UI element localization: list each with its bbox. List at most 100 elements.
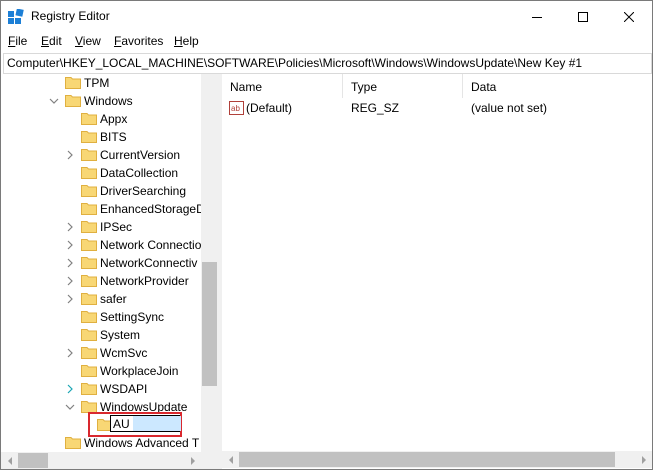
- tree-item-label: WSDAPI: [100, 382, 148, 396]
- minimize-icon: [532, 16, 542, 18]
- folder-icon: [81, 239, 97, 251]
- tree-item-label: Network Connectio: [100, 238, 202, 252]
- tree-horizontal-scrollbar[interactable]: [1, 452, 201, 469]
- list-scroll-thumb[interactable]: [239, 452, 615, 467]
- tree-item-label: DriverSearching: [100, 184, 187, 198]
- tree-item-label: EnhancedStorageD: [100, 202, 205, 216]
- column-header-name[interactable]: Name: [222, 74, 343, 98]
- tree-item-label: Windows: [84, 94, 133, 108]
- tree-item[interactable]: DriverSearching: [1, 182, 201, 200]
- key-tree: TPM Windows Appx BITS CurrentVersion DataColl…: [1, 74, 218, 469]
- tree-item-label: DataCollection: [100, 166, 179, 180]
- arrow-left-icon: [7, 456, 12, 465]
- tree-item[interactable]: Windows: [1, 92, 201, 110]
- tree-item[interactable]: Appx: [1, 110, 201, 128]
- tree-item-label: NetworkConnectiv: [100, 256, 198, 270]
- tree-item[interactable]: BITS: [1, 128, 201, 146]
- tree-vertical-scrollbar[interactable]: [201, 74, 218, 469]
- registry-editor-icon: [8, 9, 24, 24]
- folder-icon: [65, 95, 81, 107]
- close-button[interactable]: [606, 1, 652, 32]
- string-value-icon: ab: [229, 101, 244, 115]
- tree-item-label: WorkplaceJoin: [100, 364, 179, 378]
- tree-item[interactable]: EnhancedStorageD: [1, 200, 205, 218]
- chevron-right-icon[interactable]: [65, 221, 75, 233]
- folder-icon: [65, 77, 81, 89]
- tree-item[interactable]: IPSec: [1, 218, 201, 236]
- tree-item-label: WcmSvc: [100, 346, 148, 360]
- chevron-right-icon[interactable]: [65, 347, 75, 359]
- maximize-icon: [578, 11, 588, 22]
- tree-vscroll-thumb[interactable]: [202, 262, 217, 386]
- arrow-right-icon: [190, 456, 195, 465]
- chevron-right-icon[interactable]: [65, 275, 75, 287]
- values-list: Name Type Data ab (Default) REG_SZ (valu…: [222, 74, 652, 469]
- column-header-type[interactable]: Type: [343, 74, 463, 98]
- scroll-right-arrow[interactable]: [635, 451, 652, 468]
- column-header-data[interactable]: Data: [463, 74, 651, 98]
- folder-icon: [81, 311, 97, 323]
- tree-item[interactable]: NetworkProvider: [1, 272, 201, 290]
- registry-editor-window: Registry Editor File Edit View Favorites…: [0, 0, 653, 470]
- chevron-down-icon[interactable]: [49, 95, 59, 107]
- tree-item[interactable]: TPM: [1, 74, 201, 92]
- tree-item-label: NetworkProvider: [100, 274, 189, 288]
- folder-icon: [81, 329, 97, 341]
- maximize-button[interactable]: [560, 1, 606, 32]
- tree-item-label: IPSec: [100, 220, 133, 234]
- tree-item[interactable]: safer: [1, 290, 201, 308]
- tree-item-label: CurrentVersion: [100, 148, 181, 162]
- menu-view[interactable]: View: [75, 34, 101, 48]
- arrow-right-icon: [641, 455, 646, 464]
- tree-item-label: TPM: [84, 76, 110, 90]
- address-path: Computer\HKEY_LOCAL_MACHINE\SOFTWARE\Pol…: [7, 56, 583, 70]
- tree-item[interactable]: DataCollection: [1, 164, 201, 182]
- list-horizontal-scrollbar[interactable]: [222, 451, 652, 468]
- tree-item-label: Windows Advanced T: [84, 436, 200, 450]
- tree-scroll-left-arrow[interactable]: [1, 452, 18, 469]
- folder-icon: [81, 167, 97, 179]
- menu-file[interactable]: File: [8, 34, 27, 48]
- tree-item-label: safer: [100, 292, 127, 306]
- tree-item-label: Appx: [100, 112, 128, 126]
- window-title: Registry Editor: [31, 9, 110, 23]
- scroll-left-arrow[interactable]: [222, 451, 239, 468]
- tree-item[interactable]: NetworkConnectiv: [1, 254, 201, 272]
- menu-help[interactable]: Help: [174, 34, 199, 48]
- tree-item[interactable]: Network Connectio: [1, 236, 201, 254]
- chevron-right-icon[interactable]: [65, 257, 75, 269]
- chevron-right-icon[interactable]: [65, 149, 75, 161]
- folder-icon: [81, 149, 97, 161]
- chevron-right-icon[interactable]: [65, 239, 75, 251]
- folder-icon: [81, 131, 97, 143]
- svg-text:ab: ab: [231, 104, 240, 113]
- folder-icon: [81, 365, 97, 377]
- tree-item[interactable]: WorkplaceJoin: [1, 362, 201, 380]
- tree-item[interactable]: CurrentVersion: [1, 146, 201, 164]
- address-bar[interactable]: Computer\HKEY_LOCAL_MACHINE\SOFTWARE\Pol…: [3, 53, 652, 74]
- menu-bar: File Edit View Favorites Help: [1, 32, 652, 52]
- folder-icon: [81, 221, 97, 233]
- tree-scroll-right-arrow[interactable]: [184, 452, 201, 469]
- chevron-down-icon[interactable]: [65, 401, 75, 413]
- list-row[interactable]: ab (Default) REG_SZ (value not set): [222, 99, 652, 117]
- folder-icon: [81, 347, 97, 359]
- tree-hscroll-thumb[interactable]: [18, 453, 48, 468]
- tree-item-label: BITS: [100, 130, 127, 144]
- folder-icon: [81, 185, 97, 197]
- menu-edit[interactable]: Edit: [41, 34, 62, 48]
- close-icon: [624, 11, 634, 22]
- tree-item[interactable]: System: [1, 326, 201, 344]
- folder-icon: [81, 293, 97, 305]
- folder-icon: [65, 437, 81, 449]
- chevron-right-icon[interactable]: [65, 383, 75, 395]
- folder-icon: [81, 203, 97, 215]
- chevron-right-icon[interactable]: [65, 293, 75, 305]
- tree-item-label: SettingSync: [100, 310, 165, 324]
- tree-item-label: System: [100, 328, 141, 342]
- tree-item[interactable]: WSDAPI: [1, 380, 201, 398]
- menu-favorites[interactable]: Favorites: [114, 34, 163, 48]
- tree-item[interactable]: WcmSvc: [1, 344, 201, 362]
- minimize-button[interactable]: [514, 1, 560, 32]
- tree-item[interactable]: SettingSync: [1, 308, 201, 326]
